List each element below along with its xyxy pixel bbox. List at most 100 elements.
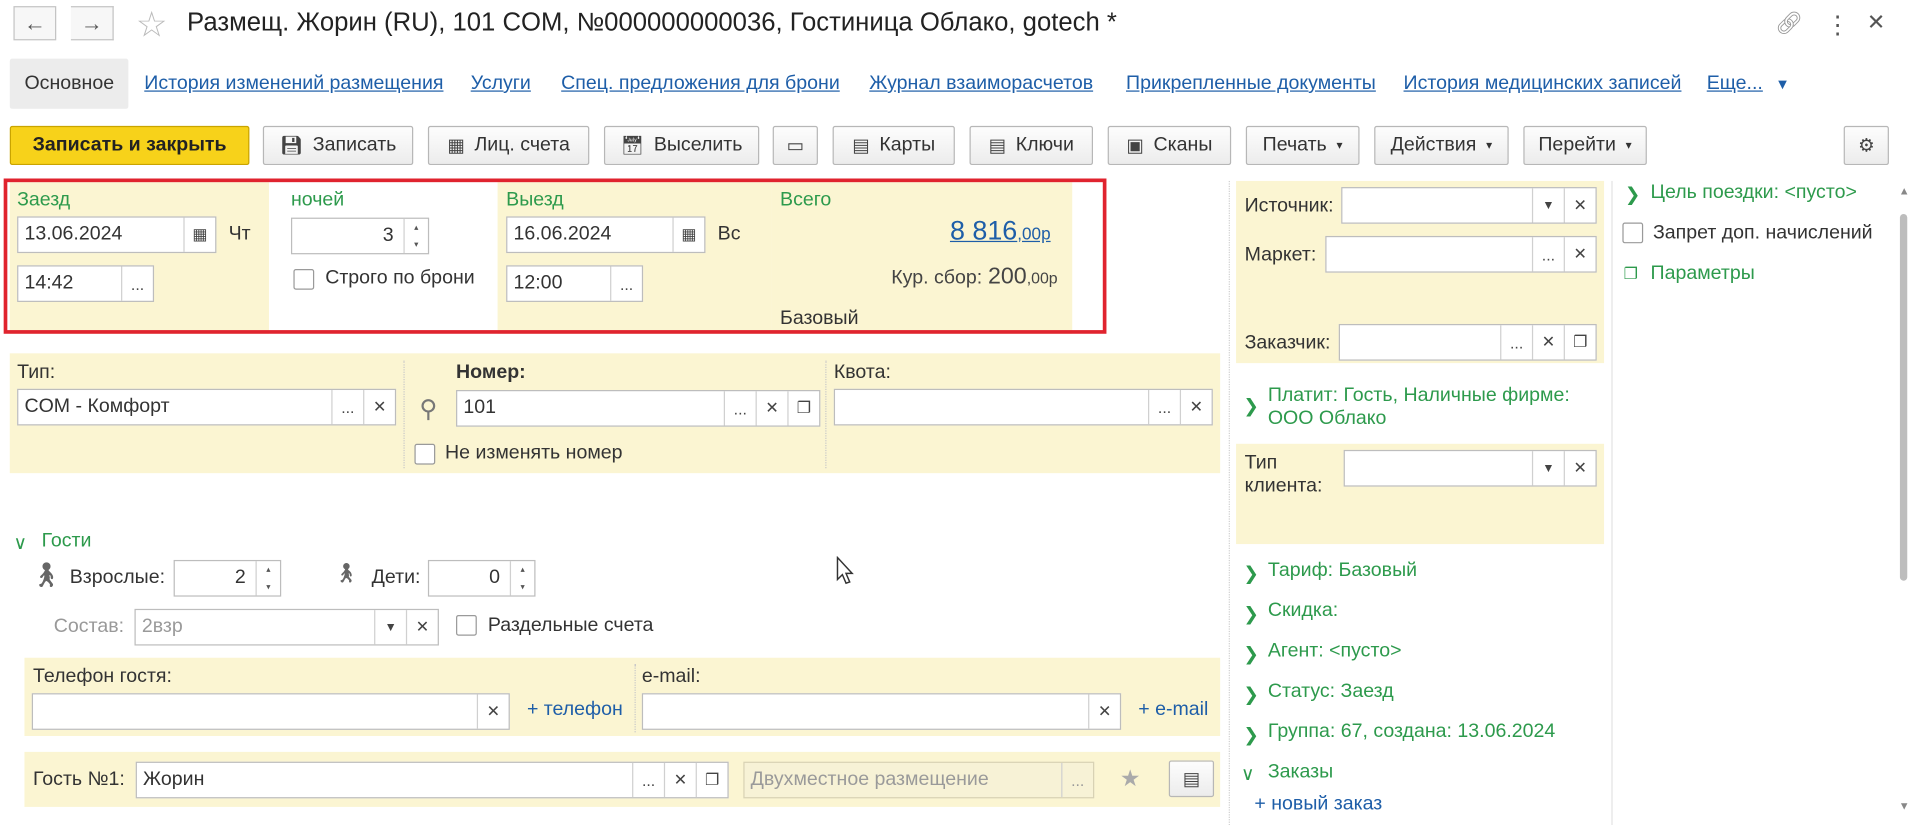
- chevron-right-icon[interactable]: ❯: [1243, 683, 1258, 706]
- tab-attached-documents[interactable]: Прикрепленные документы: [1126, 73, 1376, 95]
- print-dropdown-button[interactable]: Печать ▾: [1245, 125, 1360, 166]
- ellipsis-icon[interactable]: ...: [1061, 762, 1093, 798]
- open-icon[interactable]: ❐: [695, 762, 728, 798]
- favorite-star-icon[interactable]: ☆: [136, 4, 168, 47]
- clear-icon[interactable]: ✕: [663, 762, 696, 798]
- dropdown-icon[interactable]: ▼: [1531, 451, 1564, 486]
- orders-header[interactable]: Заказы: [1268, 762, 1333, 784]
- customer-field[interactable]: ... ✕ ❐: [1338, 323, 1597, 361]
- open-icon[interactable]: ❐: [787, 391, 819, 426]
- add-phone-link[interactable]: + телефон: [527, 699, 623, 721]
- guest-card-button[interactable]: ▤: [1168, 760, 1215, 798]
- checkout-button[interactable]: 📅︎ Выселить: [603, 125, 760, 166]
- room-type-field[interactable]: COM - Комфорт ... ✕: [17, 388, 397, 426]
- source-select[interactable]: ▼ ✕: [1341, 187, 1597, 224]
- composition-select[interactable]: 2взр ▼ ✕: [134, 608, 439, 646]
- print-label: Печать: [1262, 134, 1327, 156]
- link-icon[interactable]: 🔗︎: [1775, 11, 1803, 37]
- vertical-scrollbar[interactable]: ▲ ▼: [1896, 182, 1911, 818]
- keep-room-checkbox[interactable]: [414, 443, 436, 465]
- star-icon[interactable]: ★: [1120, 765, 1141, 793]
- ellipsis-icon[interactable]: ...: [1500, 325, 1532, 360]
- tab-more-dropdown-icon[interactable]: ▼: [1775, 76, 1790, 93]
- chevron-down-icon[interactable]: ∨: [13, 532, 26, 554]
- scroll-down-icon[interactable]: ▼: [1899, 800, 1910, 812]
- save-button[interactable]: 💾︎ Записать: [262, 125, 414, 166]
- scrollbar-thumb[interactable]: [1899, 213, 1908, 581]
- chevron-down-icon[interactable]: ∨: [1241, 763, 1254, 785]
- clear-icon[interactable]: ✕: [476, 694, 509, 729]
- adults-stepper[interactable]: 2 ▴ ▾: [173, 559, 282, 597]
- tab-settlements-journal[interactable]: Журнал взаиморасчетов: [869, 73, 1093, 95]
- ellipsis-icon[interactable]: ...: [331, 390, 363, 425]
- group-link[interactable]: Группа: 67, создана: 13.06.2024: [1268, 721, 1555, 743]
- guest1-field[interactable]: Жорин ... ✕ ❐: [135, 761, 729, 799]
- scroll-up-icon[interactable]: ▲: [1899, 185, 1910, 197]
- chevron-right-icon[interactable]: ❯: [1625, 183, 1640, 206]
- save-and-close-button[interactable]: Записать и закрыть: [9, 125, 250, 166]
- chevron-right-icon[interactable]: ❯: [1243, 643, 1258, 665]
- chevron-right-icon[interactable]: ❯: [1243, 395, 1258, 417]
- agent-link[interactable]: Агент: <пусто>: [1268, 641, 1402, 663]
- close-icon[interactable]: ✕: [1867, 10, 1885, 36]
- cards-button[interactable]: ▤ Карты: [832, 125, 955, 166]
- tab-more[interactable]: Еще...: [1707, 73, 1763, 95]
- guest-email-field[interactable]: ✕: [641, 693, 1122, 730]
- clear-icon[interactable]: ✕: [1563, 188, 1596, 223]
- client-type-select[interactable]: ▼ ✕: [1343, 449, 1597, 487]
- guest1-accommodation-field[interactable]: Двухместное размещение ...: [743, 761, 1095, 799]
- tab-placement-history[interactable]: История изменений размещения: [144, 73, 443, 95]
- trip-goal-link[interactable]: Цель поездки: <пусто>: [1651, 182, 1857, 204]
- clear-icon[interactable]: ✕: [1179, 390, 1212, 425]
- ellipsis-icon[interactable]: ...: [1531, 237, 1564, 272]
- tariff-link[interactable]: Тариф: Базовый: [1268, 560, 1417, 582]
- quota-field[interactable]: ... ✕: [833, 388, 1213, 426]
- tab-main[interactable]: Основное: [9, 58, 129, 109]
- clear-icon[interactable]: ✕: [363, 390, 395, 425]
- clear-icon[interactable]: ✕: [405, 610, 438, 645]
- clear-icon[interactable]: ✕: [755, 391, 788, 426]
- parameters-link[interactable]: Параметры: [1651, 263, 1755, 285]
- personal-accounts-button[interactable]: ▦ Лиц. счета: [427, 125, 590, 166]
- guests-header[interactable]: Гости: [42, 531, 92, 553]
- clear-icon[interactable]: ✕: [1088, 694, 1120, 729]
- chevron-right-icon[interactable]: ❯: [1243, 603, 1258, 625]
- cleaning-spray-icon[interactable]: ⚲: [419, 394, 437, 425]
- payer-link[interactable]: Платит: Гость, Наличные фирме: ООО Облак…: [1268, 384, 1598, 430]
- stepper-arrows-icon[interactable]: ▴ ▾: [509, 561, 534, 596]
- clear-icon[interactable]: ✕: [1531, 325, 1564, 360]
- new-order-link[interactable]: + новый заказ: [1254, 793, 1382, 815]
- open-icon[interactable]: ❐: [1563, 325, 1596, 360]
- clear-icon[interactable]: ✕: [1563, 237, 1596, 272]
- chevron-right-icon[interactable]: ❯: [1243, 562, 1258, 585]
- tab-services[interactable]: Услуги: [471, 73, 531, 95]
- guest-phone-field[interactable]: ✕: [31, 693, 510, 730]
- ellipsis-icon[interactable]: ...: [632, 762, 664, 798]
- dropdown-icon[interactable]: ▼: [374, 610, 406, 645]
- clear-icon[interactable]: ✕: [1563, 451, 1596, 486]
- dropdown-icon[interactable]: ▼: [1531, 188, 1564, 223]
- status-link[interactable]: Статус: Заезд: [1268, 681, 1394, 703]
- chevron-right-icon[interactable]: ❯: [1243, 724, 1258, 746]
- market-field[interactable]: ... ✕: [1325, 235, 1597, 273]
- wallet-button[interactable]: ▭: [772, 125, 818, 166]
- stepper-arrows-icon[interactable]: ▴ ▾: [255, 561, 280, 596]
- goto-dropdown-button[interactable]: Перейти ▾: [1523, 125, 1647, 166]
- discount-link[interactable]: Скидка:: [1268, 600, 1338, 622]
- form-settings-button[interactable]: ⚙: [1843, 125, 1889, 166]
- tab-medical-history[interactable]: История медицинских записей: [1404, 73, 1682, 95]
- no-extra-charges-checkbox[interactable]: [1622, 222, 1644, 244]
- ellipsis-icon[interactable]: ...: [723, 391, 756, 426]
- separate-accounts-checkbox[interactable]: [456, 614, 477, 636]
- room-number-field[interactable]: 101 ... ✕ ❐: [456, 390, 821, 427]
- ellipsis-icon[interactable]: ...: [1148, 390, 1180, 425]
- scans-button[interactable]: ▣ Сканы: [1107, 125, 1232, 166]
- back-button[interactable]: ←: [13, 6, 57, 41]
- add-email-link[interactable]: + e-mail: [1138, 699, 1208, 721]
- forward-button[interactable]: →: [70, 6, 114, 41]
- keys-button[interactable]: ▤ Ключи: [969, 125, 1094, 166]
- actions-dropdown-button[interactable]: Действия ▾: [1374, 125, 1509, 166]
- more-vertical-icon[interactable]: ⋮: [1825, 10, 1849, 41]
- children-stepper[interactable]: 0 ▴ ▾: [427, 559, 536, 597]
- tab-special-offers[interactable]: Спец. предложения для брони: [561, 73, 840, 95]
